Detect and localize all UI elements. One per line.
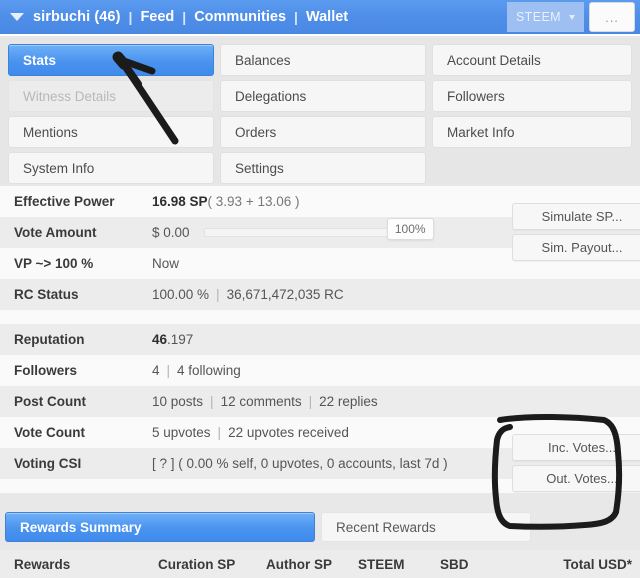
row-label: Vote Count [14, 425, 85, 440]
tab-grid-row: Stats Balances Account Details [5, 42, 635, 78]
stats-row-followers: Followers 4 | 4 following [0, 355, 640, 386]
rewards-table-header: Rewards Curation SP Author SP STEEM SBD … [0, 550, 640, 578]
app-window: sirbuchi (46) | Feed | Communities | Wal… [0, 0, 640, 578]
followers-count: 4 [152, 363, 160, 378]
tab-settings[interactable]: Settings [220, 152, 426, 184]
tab-rewards-summary[interactable]: Rewards Summary [5, 512, 315, 542]
tab-account-details[interactable]: Account Details [432, 44, 632, 76]
chain-selector-label: STEEM [515, 10, 561, 24]
tab-witness-details: Witness Details [8, 80, 214, 112]
tab-cell: System Info [5, 150, 217, 186]
replies-count: 22 replies [319, 394, 378, 409]
row-value: 100.00 % | 36,671,472,035 RC [152, 287, 640, 302]
tab-grid-row: System Info Settings [5, 150, 635, 186]
nav-separator: | [294, 9, 298, 25]
comments-count: 12 comments [220, 394, 302, 409]
nav-link-communities[interactable]: Communities [194, 9, 286, 25]
slider-percent-label: 100% [386, 218, 434, 240]
tab-cell: Orders [217, 114, 429, 150]
row-label: Reputation [14, 332, 85, 347]
value-separator: | [210, 394, 214, 409]
vote-weight-slider[interactable]: 100% [203, 218, 434, 240]
row-label: VP ~> 100 % [14, 256, 94, 271]
sim-payout-button[interactable]: Sim. Payout... [512, 234, 640, 261]
value-separator: | [216, 287, 220, 302]
posts-count: 10 posts [152, 394, 204, 409]
chevron-down-icon [569, 14, 575, 20]
top-nav-right: STEEM ... [506, 0, 640, 34]
rc-percent: 100.00 % [152, 287, 210, 302]
tab-followers[interactable]: Followers [432, 80, 632, 112]
column-header-curation-sp: Curation SP [158, 556, 236, 572]
row-value: 10 posts | 12 comments | 22 replies [152, 394, 640, 409]
incoming-votes-button[interactable]: Inc. Votes... [512, 434, 640, 461]
section-tab-grid: Stats Balances Account Details Witness D… [0, 38, 640, 184]
tab-empty-placeholder [432, 152, 632, 184]
tab-cell: Mentions [5, 114, 217, 150]
tab-cell: Settings [217, 150, 429, 186]
tab-cell [429, 150, 635, 186]
outgoing-votes-button[interactable]: Out. Votes... [512, 465, 640, 492]
tab-grid-row: Witness Details Delegations Followers [5, 78, 635, 114]
nav-link-wallet[interactable]: Wallet [306, 9, 348, 25]
column-header-total-usd: Total USD* [563, 556, 632, 572]
nav-link-feed[interactable]: Feed [140, 9, 174, 25]
tab-cell: Witness Details [5, 78, 217, 114]
effective-power-breakdown: ( 3.93 + 13.06 ) [207, 194, 300, 209]
nav-separator: | [128, 9, 133, 25]
stats-row-rc-status: RC Status 100.00 % | 36,671,472,035 RC [0, 279, 640, 310]
reputation-decimal: .197 [167, 332, 194, 347]
effective-power-value: 16.98 SP [152, 194, 208, 209]
upvotes-given: 5 upvotes [152, 425, 211, 440]
row-value: 46 .197 [152, 332, 640, 347]
column-header-rewards: Rewards [14, 556, 71, 572]
simulate-sp-button[interactable]: Simulate SP... [512, 203, 640, 230]
rc-amount: 36,671,472,035 RC [226, 287, 344, 302]
tab-grid-row: Mentions Orders Market Info [5, 114, 635, 150]
value-separator: | [166, 363, 171, 378]
tab-market-info[interactable]: Market Info [432, 116, 632, 148]
tab-cell: Market Info [429, 114, 635, 150]
row-label: RC Status [14, 287, 79, 302]
tab-cell: Account Details [429, 42, 635, 78]
value-separator: | [217, 425, 222, 440]
tab-system-info[interactable]: System Info [8, 152, 214, 184]
tab-delegations[interactable]: Delegations [220, 80, 426, 112]
tab-recent-rewards[interactable]: Recent Rewards [321, 512, 531, 542]
column-header-steem: STEEM [358, 556, 405, 572]
tab-cell: Stats [5, 42, 217, 78]
tab-cell: Delegations [217, 78, 429, 114]
tab-balances[interactable]: Balances [220, 44, 426, 76]
overflow-menu-button[interactable]: ... [589, 2, 635, 32]
column-header-author-sp: Author SP [266, 556, 332, 572]
nav-separator: | [182, 9, 187, 25]
following-count: 4 following [177, 363, 241, 378]
row-label: Post Count [14, 394, 86, 409]
top-nav-left: sirbuchi (46) | Feed | Communities | Wal… [0, 0, 507, 34]
tab-cell: Balances [217, 42, 429, 78]
chain-selector-dropdown[interactable]: STEEM [506, 2, 584, 32]
rewards-tab-bar: Rewards Summary Recent Rewards [0, 512, 640, 544]
row-value: 4 | 4 following [152, 363, 640, 378]
vote-amount-value: $ 0.00 [152, 225, 190, 240]
row-label: Followers [14, 363, 78, 378]
row-label: Effective Power [14, 194, 115, 209]
row-label: Voting CSI [14, 456, 82, 471]
row-label: Vote Amount [14, 225, 97, 240]
stats-row-reputation: Reputation 46 .197 [0, 324, 640, 355]
tab-cell: Followers [429, 78, 635, 114]
account-name-label[interactable]: sirbuchi (46) [33, 9, 121, 25]
value-separator: | [308, 394, 313, 409]
column-header-sbd: SBD [440, 556, 469, 572]
tab-mentions[interactable]: Mentions [8, 116, 214, 148]
tab-stats[interactable]: Stats [8, 44, 214, 76]
slider-track[interactable] [203, 228, 394, 237]
upvotes-received: 22 upvotes received [228, 425, 349, 440]
tab-orders[interactable]: Orders [220, 116, 426, 148]
stats-row-post-count: Post Count 10 posts | 12 comments | 22 r… [0, 386, 640, 417]
reputation-integer: 46 [152, 332, 168, 347]
top-navigation-bar: sirbuchi (46) | Feed | Communities | Wal… [0, 0, 640, 36]
stats-spacer-row [0, 310, 640, 324]
caret-down-icon[interactable] [10, 13, 24, 21]
